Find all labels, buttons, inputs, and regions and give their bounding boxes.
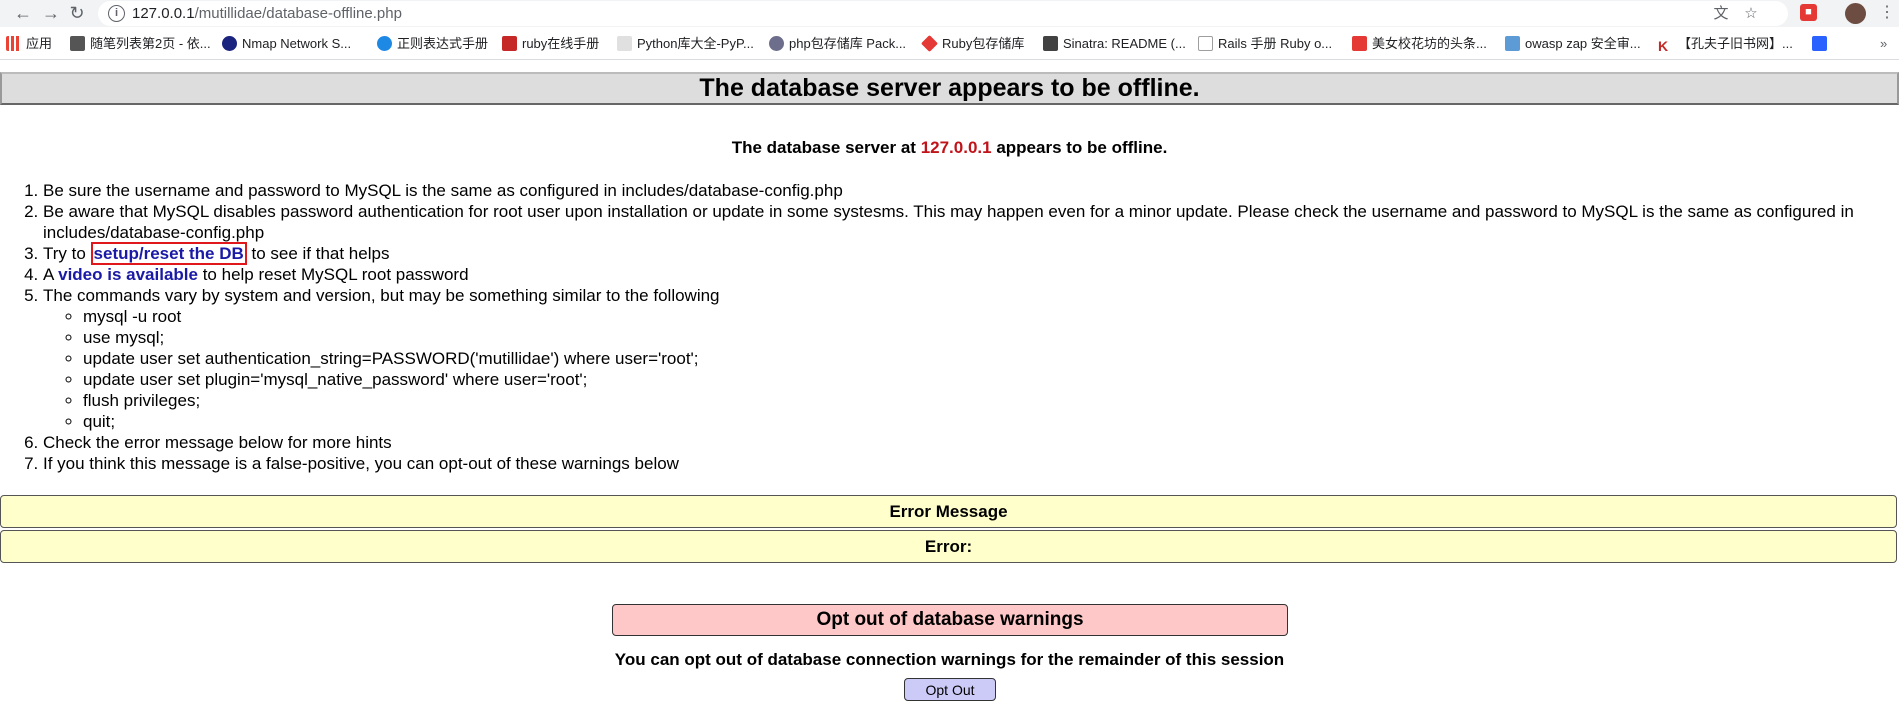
avatar[interactable] <box>1845 3 1866 24</box>
bookmark-item[interactable]: Ruby包存储库 <box>921 35 1025 53</box>
paw-icon <box>1812 36 1827 51</box>
troubleshooting-steps: Be sure the username and password to MyS… <box>0 180 1899 474</box>
bookmark-item[interactable] <box>1812 35 1832 53</box>
bookmark-item[interactable]: 随笔列表第2页 - 依... <box>70 35 211 53</box>
bookmark-apps[interactable]: 应用 <box>6 35 52 53</box>
bookmark-favicon-icon <box>769 36 784 51</box>
bookmark-label: Python库大全-PyP... <box>637 36 754 51</box>
optout-description: You can opt out of database connection w… <box>614 650 1285 669</box>
bookmark-label: Nmap Network S... <box>242 36 352 51</box>
subtitle-text: The database server at <box>731 138 921 157</box>
bookmark-item[interactable]: Nmap Network S... <box>222 35 351 53</box>
translate-icon[interactable]: 文 <box>1712 5 1730 23</box>
command-item: update user set plugin='mysql_native_pas… <box>83 369 1899 390</box>
bookmark-favicon-icon <box>1352 36 1367 51</box>
step-7: If you think this message is a false-pos… <box>43 453 1899 474</box>
bookmark-item[interactable]: 美女校花坊的头条... <box>1352 35 1487 53</box>
step-text: to see if that helps <box>246 244 390 263</box>
bookmark-favicon-icon <box>1505 36 1520 51</box>
bookmark-item[interactable]: owasp zap 安全审... <box>1505 35 1641 53</box>
bookmark-label: owasp zap 安全审... <box>1525 36 1641 51</box>
step-text: to help reset MySQL root password <box>197 265 469 284</box>
menu-icon[interactable]: ⋮ <box>1878 4 1896 22</box>
extension-icon[interactable]: ■ <box>1800 4 1817 21</box>
back-button[interactable]: ← <box>12 2 34 24</box>
error-message-header: Error Message <box>0 495 1897 528</box>
step-3: Try to setup/reset the DB to see if that… <box>43 242 1899 265</box>
bookmark-label: 【孔夫子旧书网】... <box>1678 36 1793 51</box>
step-2: Be aware that MySQL disables password au… <box>43 201 1899 243</box>
url-field[interactable]: i 127.0.0.1/mutillidae/database-offline.… <box>98 1 1788 26</box>
command-list: mysql -u root use mysql; update user set… <box>43 306 1899 432</box>
bookmark-favicon-icon <box>617 36 632 51</box>
bookmark-favicon-icon: K <box>1658 39 1673 54</box>
step-text: The commands vary by system and version,… <box>43 286 720 305</box>
bookmark-label: 随笔列表第2页 - 依... <box>90 36 211 51</box>
bookmark-favicon-icon <box>377 36 392 51</box>
bookmark-label: php包存储库 Pack... <box>789 36 907 51</box>
step-4: A video is available to help reset MySQL… <box>43 264 1899 285</box>
url-path: /mutillidae/database-offline.php <box>194 5 402 22</box>
more-bookmarks-chevron-icon[interactable]: » <box>1880 35 1887 53</box>
step-6: Check the error message below for more h… <box>43 432 1899 453</box>
bookmark-star-icon[interactable]: ☆ <box>1742 5 1760 23</box>
setup-reset-db-link[interactable]: setup/reset the DB <box>90 242 247 265</box>
video-link[interactable]: video is available <box>58 265 198 284</box>
bookmark-item[interactable]: 正则表达式手册 <box>377 35 488 53</box>
address-bar-area: ← → ↻ i 127.0.0.1/mutillidae/database-of… <box>0 0 1899 27</box>
bookmarks-bar: 应用 随笔列表第2页 - 依... Nmap Network S... 正则表达… <box>0 27 1899 60</box>
bookmark-item[interactable]: Sinatra: README (... <box>1043 35 1186 53</box>
forward-button[interactable]: → <box>40 2 62 24</box>
bookmark-item[interactable]: Rails 手册 Ruby o... <box>1198 35 1332 53</box>
command-item: use mysql; <box>83 327 1899 348</box>
apps-grid-icon <box>6 36 21 51</box>
opt-out-button[interactable]: Opt Out <box>904 678 996 701</box>
bookmark-label: Rails 手册 Ruby o... <box>1218 36 1333 51</box>
step-1: Be sure the username and password to MyS… <box>43 180 1899 201</box>
offline-subtitle: The database server at 127.0.0.1 appears… <box>0 138 1899 158</box>
optout-header: Opt out of database warnings <box>612 604 1288 636</box>
bookmark-item[interactable]: Python库大全-PyP... <box>617 35 754 53</box>
bookmark-favicon-icon <box>921 35 938 52</box>
error-label: Error: <box>0 530 1897 563</box>
bookmark-favicon-icon <box>1043 36 1058 51</box>
page-title: The database server appears to be offlin… <box>0 72 1899 105</box>
bookmark-favicon-icon <box>70 36 85 51</box>
command-item: flush privileges; <box>83 390 1899 411</box>
bookmark-label: 应用 <box>26 36 53 51</box>
reload-button[interactable]: ↻ <box>66 2 88 24</box>
server-ip: 127.0.0.1 <box>920 138 992 157</box>
bookmark-label: ruby在线手册 <box>522 36 600 51</box>
info-icon[interactable]: i <box>108 5 125 22</box>
step-text: Try to <box>43 244 91 263</box>
url-host: 127.0.0.1 <box>132 5 195 22</box>
step-5: The commands vary by system and version,… <box>43 285 1899 432</box>
page-icon <box>1198 36 1213 51</box>
bookmark-item[interactable]: K 【孔夫子旧书网】... <box>1658 35 1793 54</box>
bookmark-label: 美女校花坊的头条... <box>1372 36 1487 51</box>
bookmark-label: Ruby包存储库 <box>942 36 1025 51</box>
command-item: update user set authentication_string=PA… <box>83 348 1899 369</box>
command-item: mysql -u root <box>83 306 1899 327</box>
bookmark-label: Sinatra: README (... <box>1063 36 1186 51</box>
command-item: quit; <box>83 411 1899 432</box>
subtitle-text: appears to be offline. <box>991 138 1168 157</box>
bookmark-favicon-icon <box>222 36 237 51</box>
bookmark-favicon-icon <box>502 36 517 51</box>
bookmark-item[interactable]: ruby在线手册 <box>502 35 599 53</box>
bookmark-item[interactable]: php包存储库 Pack... <box>769 35 906 53</box>
bookmark-label: 正则表达式手册 <box>397 36 489 51</box>
step-text: A <box>43 265 59 284</box>
